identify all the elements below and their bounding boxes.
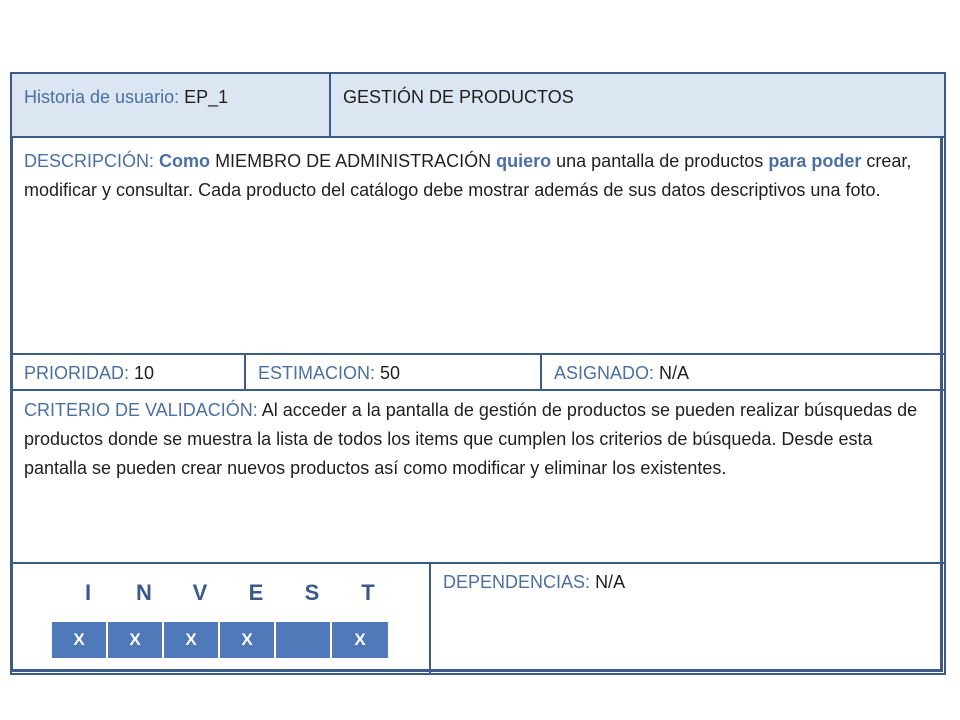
assigned-cell: ASIGNADO: N/A (540, 353, 946, 391)
invest-letter-s: S (304, 580, 320, 605)
estimation-label: ESTIMACION: (258, 363, 376, 383)
keyword-poder: poder (811, 151, 862, 171)
dependencies-cell: DEPENDENCIAS: N/A (429, 562, 946, 675)
story-id-cell: Historia de usuario: EP_1 (10, 72, 331, 138)
criteria-cell: CRITERIO DE VALIDACIÓN: Al acceder a la … (10, 389, 946, 564)
story-id-value: EP_1 (184, 87, 229, 107)
description-want: una pantalla de productos (556, 151, 764, 171)
invest-mark-n: X (108, 622, 164, 658)
dependencies-value: N/A (595, 572, 626, 592)
invest-letter-n: N (136, 580, 152, 605)
invest-mark-s (276, 622, 332, 658)
keyword-para: para (768, 151, 807, 171)
invest-mark-i: X (52, 622, 108, 658)
story-id-label: Historia de usuario: (24, 87, 180, 107)
assigned-label: ASIGNADO: (554, 363, 655, 383)
description-cell: DESCRIPCIÓN: Como MIEMBRO DE ADMINISTRAC… (10, 136, 946, 355)
description-role: MIEMBRO DE ADMINISTRACIÓN (215, 151, 492, 171)
keyword-como: Como (159, 151, 211, 171)
estimation-cell: ESTIMACION: 50 (244, 353, 542, 391)
keyword-quiero: quiero (496, 151, 552, 171)
invest-letters: I N V E S T (60, 580, 390, 616)
invest-letter-e: E (248, 580, 264, 605)
invest-marks: X X X X X (52, 622, 388, 658)
invest-mark-t: X (332, 622, 388, 658)
assigned-value: N/A (659, 363, 690, 383)
dependencies-label: DEPENDENCIAS: (443, 572, 591, 592)
invest-cell (10, 562, 431, 675)
estimation-value: 50 (380, 363, 401, 383)
priority-value: 10 (134, 363, 155, 383)
invest-letter-t: T (361, 580, 375, 605)
invest-mark-e: X (220, 622, 276, 658)
criteria-label: CRITERIO DE VALIDACIÓN: (24, 400, 258, 420)
story-title: GESTIÓN DE PRODUCTOS (343, 87, 574, 107)
description-label: DESCRIPCIÓN: (24, 151, 155, 171)
story-title-cell: GESTIÓN DE PRODUCTOS (329, 72, 946, 138)
priority-label: PRIORIDAD: (24, 363, 130, 383)
invest-letter-v: V (192, 580, 208, 605)
invest-mark-v: X (164, 622, 220, 658)
priority-cell: PRIORIDAD: 10 (10, 353, 246, 391)
invest-letter-i: I (84, 580, 92, 605)
